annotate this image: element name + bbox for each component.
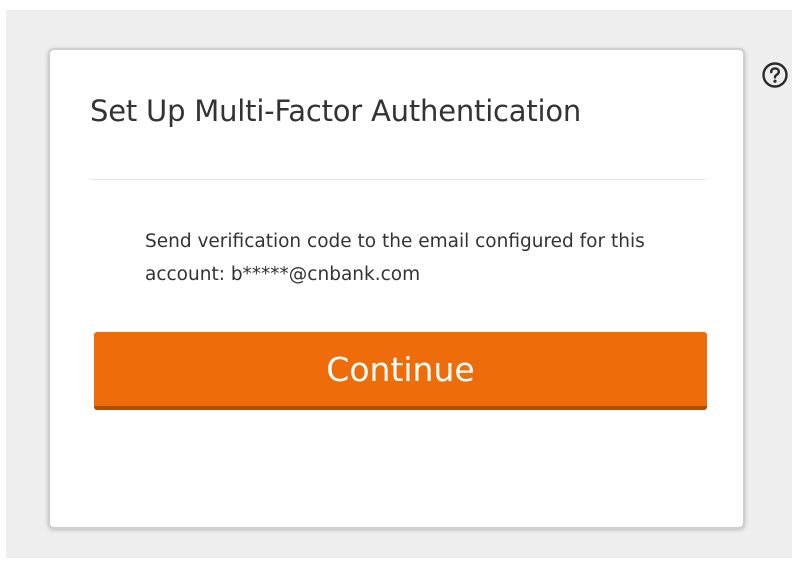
title-divider	[90, 179, 706, 180]
continue-button[interactable]: Continue	[94, 332, 707, 410]
page: Set Up Multi-Factor Authentication Send …	[0, 0, 796, 563]
question-circle-icon[interactable]	[761, 61, 789, 89]
mfa-setup-card: Set Up Multi-Factor Authentication Send …	[48, 48, 745, 529]
verification-message: Send verification code to the email conf…	[145, 231, 645, 285]
dialog-title: Set Up Multi-Factor Authentication	[90, 94, 582, 128]
